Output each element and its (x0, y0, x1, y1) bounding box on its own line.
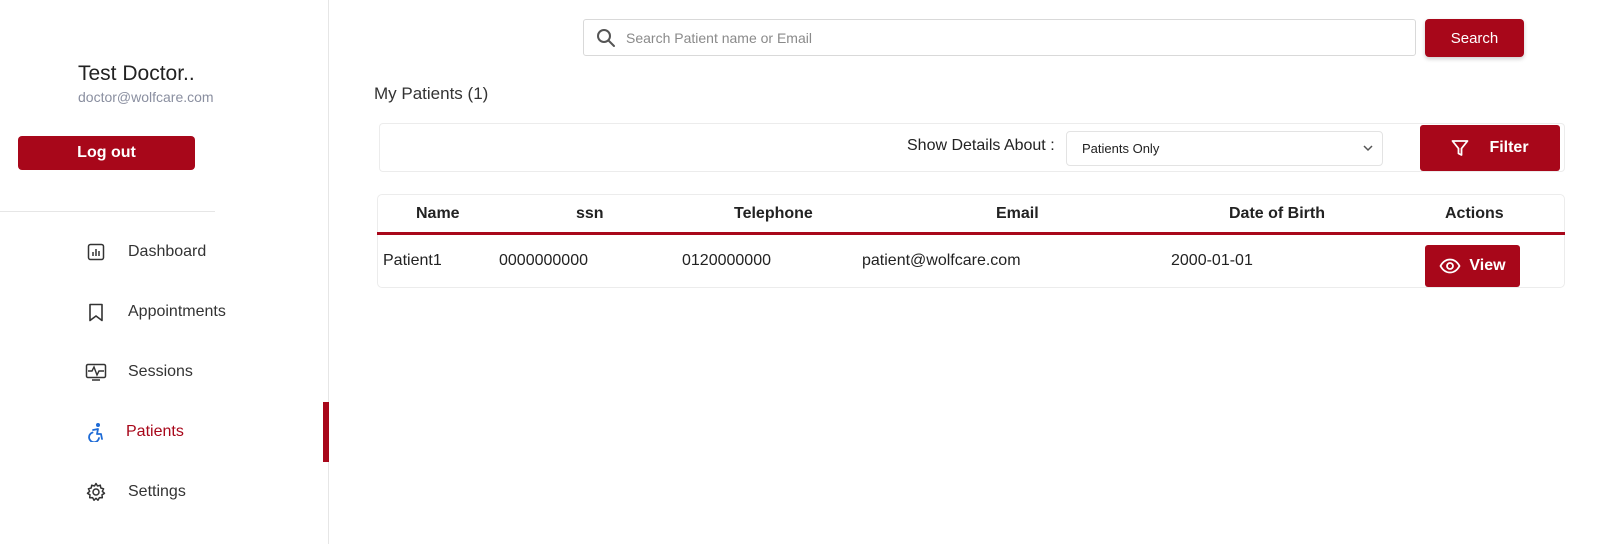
sidebar-item-settings[interactable]: Settings (84, 477, 186, 507)
filter-button-label: Filter (1489, 139, 1529, 156)
sidebar-item-label: Dashboard (128, 243, 207, 260)
search-button[interactable]: Search (1425, 19, 1524, 57)
details-select-value: Patients Only (1082, 141, 1160, 156)
cell-name: Patient1 (383, 252, 442, 269)
column-header-date-of-birth: Date of Birth (1229, 205, 1325, 222)
sidebar: Test Doctor.. doctor@wolfcare.com Log ou… (0, 0, 329, 544)
user-email: doctor@wolfcare.com (78, 89, 214, 105)
cell-telephone: 0120000000 (682, 252, 771, 269)
logout-button[interactable]: Log out (18, 136, 195, 170)
patients-table (377, 194, 1565, 288)
search-icon (596, 28, 616, 48)
gear-icon (84, 480, 108, 504)
eye-icon (1439, 258, 1461, 274)
user-name: Test Doctor.. (78, 62, 195, 85)
table-header-divider (377, 232, 1565, 235)
sidebar-item-sessions[interactable]: Sessions (84, 357, 193, 387)
filter-icon (1451, 139, 1469, 157)
search-input[interactable] (624, 28, 1415, 47)
sidebar-item-dashboard[interactable]: Dashboard (84, 237, 206, 267)
view-button[interactable]: View (1425, 245, 1520, 287)
filter-button[interactable]: Filter (1420, 125, 1560, 171)
sidebar-item-label: Settings (128, 483, 186, 500)
sidebar-item-label: Sessions (128, 363, 193, 380)
cell-email: patient@wolfcare.com (862, 252, 1021, 269)
cell-date-of-birth: 2000-01-01 (1171, 252, 1253, 269)
bookmark-icon (84, 300, 108, 324)
accessibility-icon (84, 420, 108, 444)
column-header-actions: Actions (1445, 205, 1504, 222)
column-header-ssn: ssn (576, 205, 604, 222)
column-header-email: Email (996, 205, 1039, 222)
filter-label: Show Details About : (907, 137, 1055, 154)
column-header-name: Name (416, 205, 460, 222)
column-header-telephone: Telephone (734, 205, 813, 222)
details-select[interactable]: Patients Only (1066, 131, 1383, 166)
sidebar-divider (0, 211, 215, 212)
sidebar-item-patients[interactable]: Patients (84, 417, 184, 447)
monitor-pulse-icon (84, 360, 108, 384)
page-title: My Patients (1) (374, 84, 489, 103)
sidebar-item-label: Patients (126, 423, 184, 440)
chart-icon (84, 240, 108, 264)
chevron-down-icon (1362, 142, 1374, 154)
sidebar-item-appointments[interactable]: Appointments (84, 297, 226, 327)
view-button-label: View (1469, 257, 1506, 274)
sidebar-item-label: Appointments (128, 303, 226, 320)
cell-ssn: 0000000000 (499, 252, 588, 269)
active-indicator (323, 402, 329, 462)
search-box[interactable] (583, 19, 1416, 56)
